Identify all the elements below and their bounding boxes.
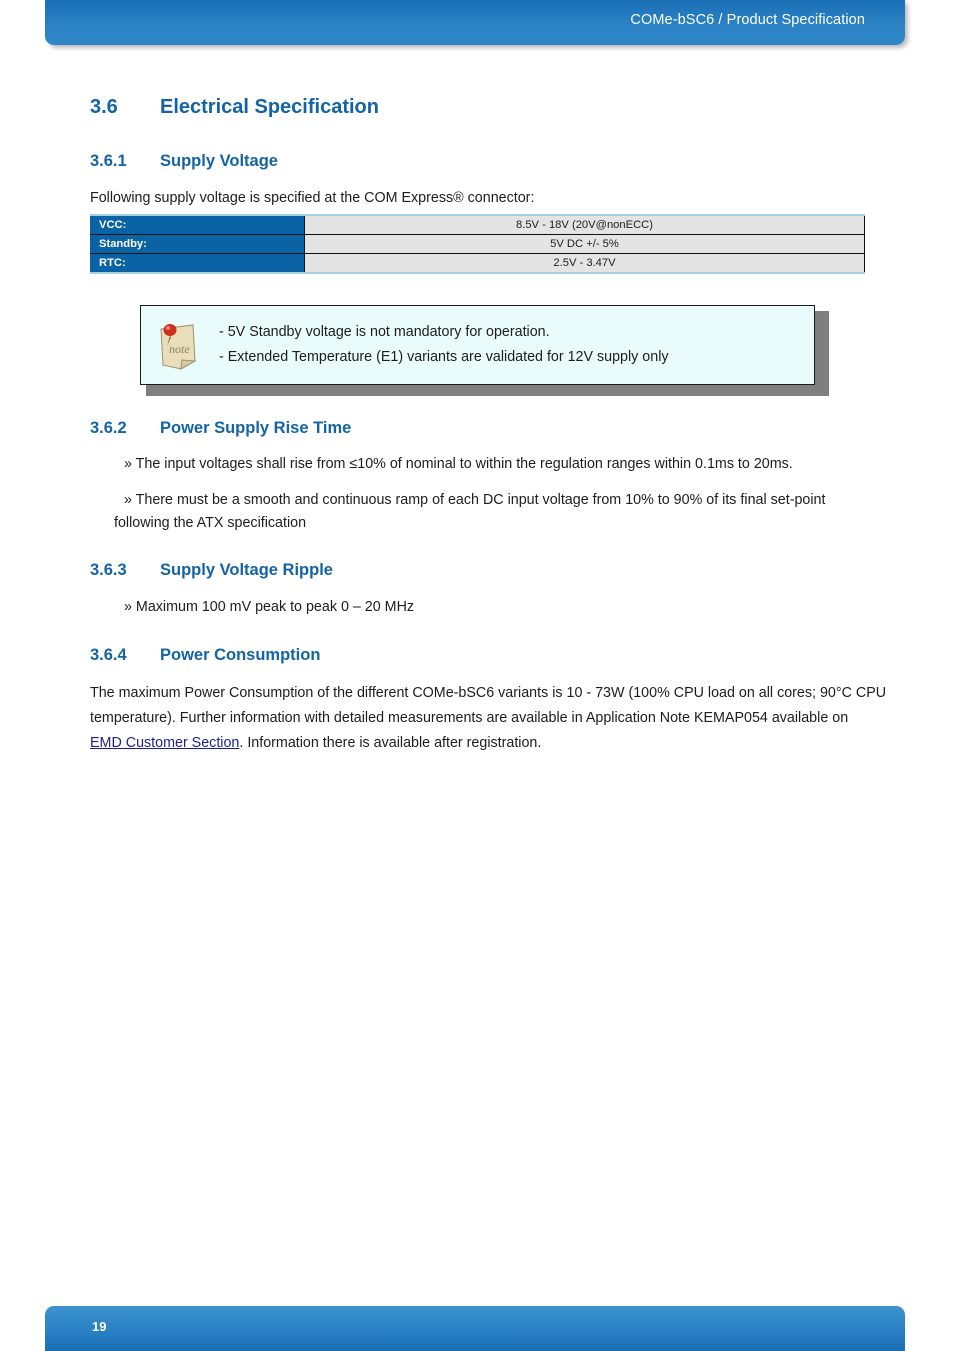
power-consumption-paragraph-line-3: EMD Customer Section. Information there … xyxy=(90,731,541,756)
heading-text: Supply Voltage xyxy=(160,152,278,170)
heading-number: 3.6 xyxy=(90,96,118,118)
table-cell-value: 5V DC +/- 5% xyxy=(304,234,865,254)
svg-text:note: note xyxy=(169,342,190,356)
page-header-bar: COMe-bSC6 / Product Specification xyxy=(45,0,905,45)
table-cell-key: VCC: xyxy=(90,214,305,235)
page-header-title: COMe-bSC6 / Product Specification xyxy=(630,12,865,28)
heading-text: Power Supply Rise Time xyxy=(160,419,352,437)
rise-time-bullet-2: » There must be a smooth and continuous … xyxy=(124,492,826,508)
heading-supply-voltage: 3.6.1 Supply Voltage xyxy=(90,152,278,171)
heading-number: 3.6.3 xyxy=(90,561,127,579)
rise-time-bullet-1: » The input voltages shall rise from ≤10… xyxy=(124,456,793,472)
power-consumption-paragraph-line-2: temperature). Further information with d… xyxy=(90,710,849,726)
page-footer-bar: 19 xyxy=(45,1306,905,1351)
emd-customer-section-link[interactable]: EMD Customer Section xyxy=(90,735,239,751)
power-consumption-paragraph-line-3-rest: . Information there is available after r… xyxy=(239,735,542,751)
table-cell-key: RTC: xyxy=(90,253,305,274)
table-row: RTC: 2.5V - 3.47V xyxy=(90,253,865,274)
rise-time-bullet-2-continuation: following the ATX specification xyxy=(114,515,307,531)
ripple-bullet-1: » Maximum 100 mV peak to peak 0 – 20 MHz xyxy=(124,599,415,615)
power-consumption-paragraph-line-1: The maximum Power Consumption of the dif… xyxy=(90,685,887,701)
supply-voltage-intro-text: Following supply voltage is specified at… xyxy=(90,190,535,206)
heading-text: Electrical Specification xyxy=(160,96,379,118)
heading-electrical-specification: 3.6 Electrical Specification xyxy=(90,96,379,119)
heading-supply-voltage-ripple: 3.6.3 Supply Voltage Ripple xyxy=(90,561,333,580)
heading-number: 3.6.4 xyxy=(90,646,127,664)
note-line: - 5V Standby voltage is not mandatory fo… xyxy=(219,324,550,340)
table-cell-value: 8.5V - 18V (20V@nonECC) xyxy=(304,214,865,235)
note-callout-box: note - 5V Standby voltage is not mandato… xyxy=(140,305,815,385)
page-number: 19 xyxy=(92,1319,107,1334)
table-cell-value: 2.5V - 3.47V xyxy=(304,253,865,274)
table-cell-key: Standby: xyxy=(90,234,305,254)
heading-text: Power Consumption xyxy=(160,646,321,664)
heading-power-consumption: 3.6.4 Power Consumption xyxy=(90,646,320,665)
heading-number: 3.6.1 xyxy=(90,152,127,170)
heading-power-supply-rise-time: 3.6.2 Power Supply Rise Time xyxy=(90,419,351,438)
note-callout-text: - 5V Standby voltage is not mandatory fo… xyxy=(219,320,804,370)
supply-voltage-table: VCC: 8.5V - 18V (20V@nonECC) Standby: 5V… xyxy=(90,214,865,274)
table-row: VCC: 8.5V - 18V (20V@nonECC) xyxy=(90,214,865,235)
heading-number: 3.6.2 xyxy=(90,419,127,437)
note-callout: note - 5V Standby voltage is not mandato… xyxy=(140,305,829,396)
heading-text: Supply Voltage Ripple xyxy=(160,561,333,579)
note-line: - Extended Temperature (E1) variants are… xyxy=(219,349,669,365)
sticky-note-icon: note xyxy=(155,319,199,371)
table-row: Standby: 5V DC +/- 5% xyxy=(90,234,865,254)
